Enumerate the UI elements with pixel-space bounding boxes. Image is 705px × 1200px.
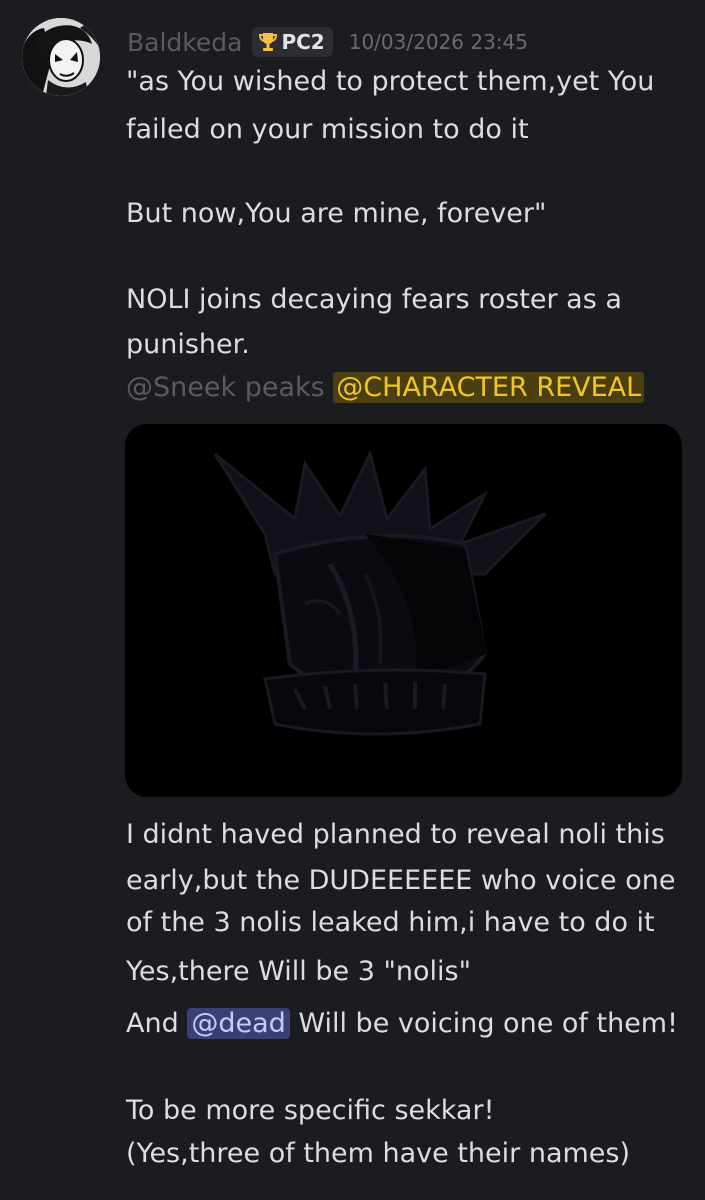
message-line: punisher. <box>126 329 250 360</box>
message-text: Will be voicing one of them! <box>298 1008 678 1039</box>
username[interactable]: Baldkeda <box>127 28 242 57</box>
role-badge-label: PC2 <box>281 30 325 54</box>
mention-dead[interactable]: @dead <box>187 1008 290 1039</box>
attachment-artwork <box>125 424 682 797</box>
message-line: (Yes,three of them have their names) <box>126 1138 631 1169</box>
mention-line: And @dead Will be voicing one of them! <box>126 1004 678 1044</box>
message-line: early,but the DUDEEEEEE who voice one <box>126 865 676 896</box>
message-line: failed on your mission to do it <box>126 114 529 145</box>
avatar[interactable] <box>22 18 100 96</box>
message-line: "as You wished to protect them,yet You <box>126 66 655 97</box>
message-line: of the 3 nolis leaked him,i have to do i… <box>126 907 655 938</box>
mention-character-reveal[interactable]: @CHARACTER REVEAL <box>333 372 645 403</box>
mentions-line: @Sneek peaks @CHARACTER REVEAL <box>126 368 645 408</box>
message-line: But now,You are mine, forever" <box>126 198 547 229</box>
message-line: Yes,there Will be 3 "nolis" <box>126 956 472 987</box>
message-line: NOLI joins decaying fears roster as a <box>126 284 622 315</box>
message-line: To be more specific sekkar! <box>126 1095 495 1126</box>
avatar-image <box>22 18 100 96</box>
mention-sneek-peaks[interactable]: @Sneek peaks <box>126 372 325 403</box>
message-timestamp: 10/03/2026 23:45 <box>348 30 528 54</box>
image-attachment[interactable] <box>125 424 682 797</box>
role-badge[interactable]: PC2 <box>252 27 333 57</box>
message-line: I didnt haved planned to reveal noli thi… <box>126 819 665 850</box>
message-header: Baldkeda PC2 10/03/2026 23:45 <box>127 26 528 58</box>
trophy-icon <box>259 33 278 51</box>
message-text: And <box>126 1008 179 1039</box>
